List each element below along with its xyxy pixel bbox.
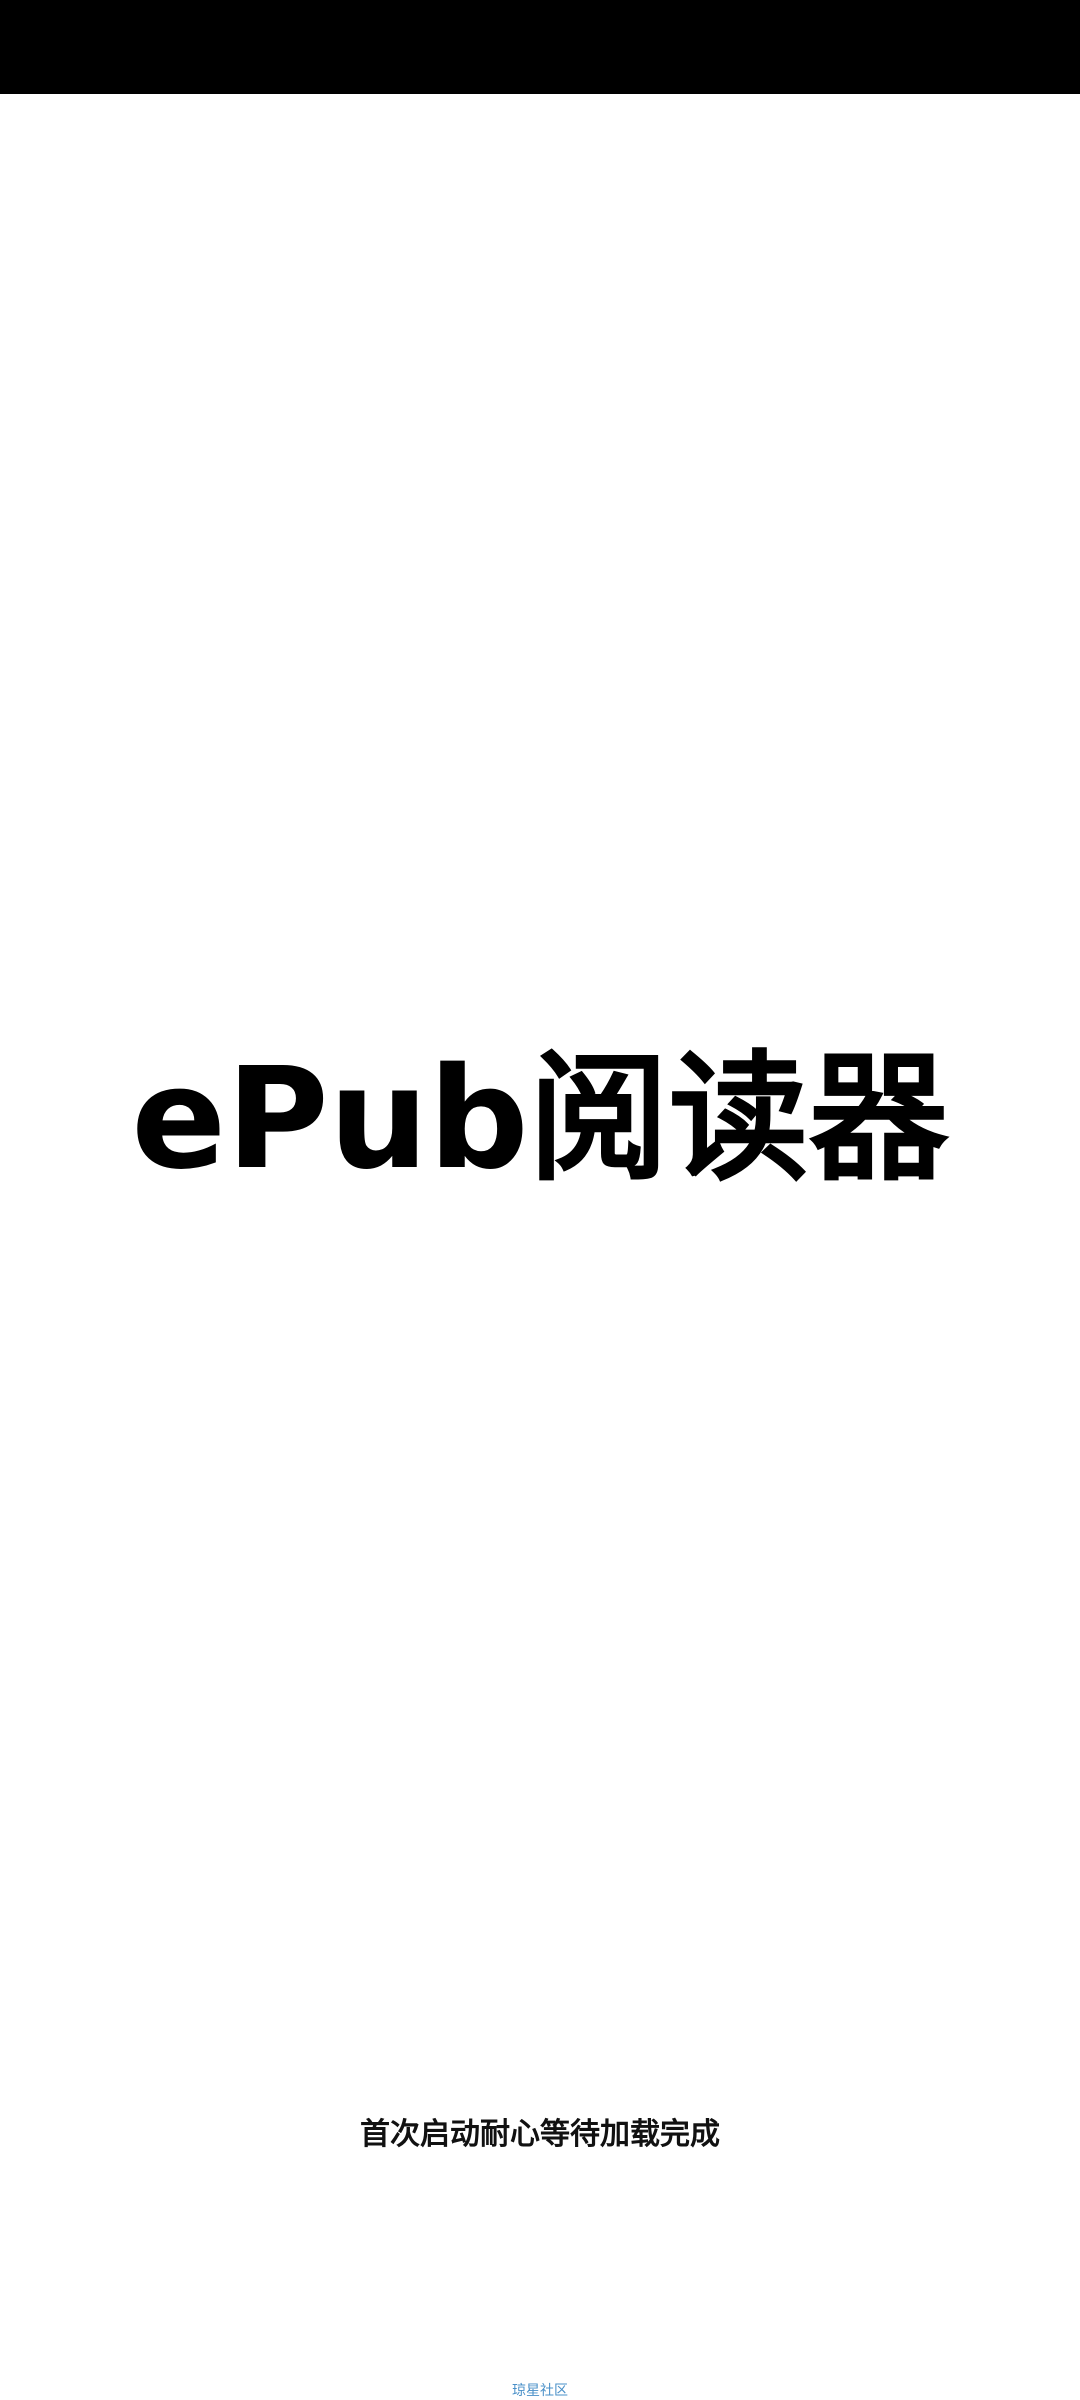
app-title: ePub阅读器 [131,1038,949,1201]
community-link[interactable]: 琼星社区 [0,2382,1080,2400]
status-bar [0,0,1080,94]
loading-hint-text: 首次启动耐心等待加载完成 [360,2117,720,2152]
